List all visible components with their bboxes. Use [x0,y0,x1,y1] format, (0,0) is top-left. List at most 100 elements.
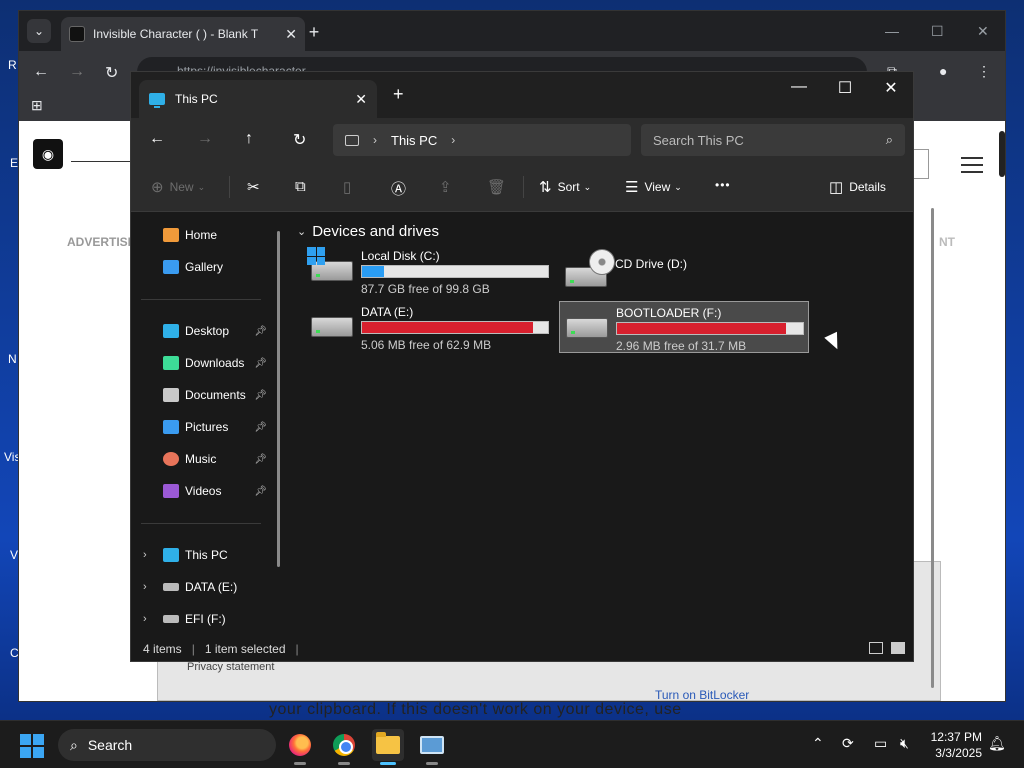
explorer-tab[interactable]: This PC ✕ [139,80,377,118]
site-logo-icon[interactable]: ◉ [33,139,63,169]
details-view-icon[interactable] [869,642,883,654]
back-icon[interactable]: ← [149,130,165,148]
new-tab-icon[interactable]: + [303,21,325,43]
rename-button[interactable]: Ⓐ [391,178,412,199]
privacy-statement-link[interactable]: Privacy statement [187,661,274,673]
content-scrollbar[interactable] [931,208,934,688]
pin-icon[interactable]: 📌︎ [254,454,267,465]
drive-tile-selected[interactable]: BOOTLOADER (F:) 2.96 MB free of 31.7 MB [559,301,809,353]
pin-icon[interactable]: 📌︎ [254,326,267,337]
nav-item-this-pc[interactable]: › This PC [131,543,281,567]
nav-item-efi-drive[interactable]: › EFI (F:) [131,607,281,631]
close-tab-icon[interactable]: ✕ [285,26,297,43]
desktop-icon-label[interactable]: V [10,548,18,562]
chevron-right-icon[interactable]: › [143,613,147,625]
taskbar-search[interactable]: ⌕ Search [58,729,276,761]
nav-item-videos[interactable]: Videos 📌︎ [131,479,281,503]
notifications-bell-icon[interactable]: 🔔︎ [988,735,1006,752]
chevron-right-icon[interactable]: › [373,133,377,147]
browser-tab[interactable]: Invisible Character ( ) - Blank T ✕ [61,17,305,51]
more-options-button[interactable]: ••• [715,178,731,192]
close-window-icon[interactable]: ✕ [871,78,911,98]
view-icon: ☰ [625,179,639,196]
sort-button[interactable]: ⇅ Sort ⌄ [539,178,591,196]
new-tab-icon[interactable]: + [393,84,404,105]
nav-item-music[interactable]: Music 📌︎ [131,447,281,471]
taskbar-control-panel[interactable] [416,729,448,765]
forward-icon[interactable]: → [197,130,213,148]
taskbar-chrome[interactable] [328,729,360,765]
menu-icon[interactable]: ⋮ [977,63,991,80]
drive-name: CD Drive (D:) [615,257,687,271]
view-button[interactable]: ☰ View ⌄ [625,178,682,196]
nav-item-gallery[interactable]: Gallery [131,255,281,279]
large-icons-view-icon[interactable] [891,642,905,654]
sync-icon[interactable]: ⟳ [842,735,854,752]
pin-icon[interactable]: 📌︎ [254,390,267,401]
navigation-scrollbar[interactable] [277,231,280,567]
reload-icon[interactable]: ↻ [105,63,118,83]
nav-item-data-drive[interactable]: › DATA (E:) [131,575,281,599]
network-icon[interactable]: ▭ [874,735,887,752]
cut-icon: ✂ [247,179,260,196]
pin-icon[interactable]: 📌︎ [254,358,267,369]
breadcrumb-this-pc[interactable]: This PC [391,133,437,148]
delete-button[interactable]: 🗑︎ [487,178,512,196]
nav-item-home[interactable]: Home [131,223,281,247]
close-window-icon[interactable]: ✕ [977,23,989,40]
clock[interactable]: 12:37 PM 3/3/2025 [922,729,982,761]
nav-item-pictures[interactable]: Pictures 📌︎ [131,415,281,439]
back-icon[interactable]: ← [33,63,49,81]
nav-item-label: Desktop [185,324,230,338]
apps-icon[interactable]: ⊞ [31,97,43,114]
taskbar-firefox[interactable] [284,729,316,765]
details-pane-button[interactable]: ◫ Details [829,178,886,196]
drive-tile[interactable]: Local Disk (C:) 87.7 GB free of 99.8 GB [305,245,555,297]
minimize-icon[interactable]: — [779,78,819,96]
control-panel-icon [420,736,444,754]
search-input[interactable]: Search This PC ⌕ [641,124,905,156]
close-tab-icon[interactable]: ✕ [355,91,367,108]
desktop-icon-label[interactable]: E [10,156,18,170]
nav-item-downloads[interactable]: Downloads 📌︎ [131,351,281,375]
taskbar-file-explorer[interactable] [372,729,404,765]
hamburger-menu-icon[interactable] [961,157,983,173]
new-button[interactable]: ⊕ New ⌄ [151,178,205,196]
volume-muted-icon[interactable]: 🔇︎ [900,735,909,752]
paste-button[interactable]: ▯ [343,178,357,196]
start-button[interactable] [20,734,44,758]
desktop-icon-label[interactable]: R [8,58,17,72]
chevron-right-icon[interactable]: › [143,549,147,561]
up-icon[interactable]: ↑ [245,130,253,148]
chevron-right-icon[interactable]: › [451,133,455,147]
refresh-icon[interactable]: ↻ [293,130,306,150]
copy-button[interactable]: ⧉ [295,178,312,195]
chevron-right-icon[interactable]: › [143,581,147,593]
maximize-icon[interactable]: ☐ [931,23,944,40]
selection-count: 1 item selected [204,642,286,656]
videos-icon [163,484,179,498]
share-button[interactable]: ⇪ [439,178,458,196]
page-scrollbar[interactable] [999,131,1005,177]
drive-usage-fill [617,323,787,334]
drive-free-space: 87.7 GB free of 99.8 GB [361,282,490,296]
show-hidden-icons-icon[interactable]: ⌃ [812,735,824,752]
minimize-icon[interactable]: — [885,23,899,39]
maximize-icon[interactable]: ☐ [825,78,865,98]
devices-and-drives-header[interactable]: ⌄ Devices and drives [297,223,439,240]
nav-item-documents[interactable]: Documents 📌︎ [131,383,281,407]
explorer-body: Home Gallery Desktop 📌︎ Downloads 📌︎ Doc… [131,213,913,637]
pin-icon[interactable]: 📌︎ [254,422,267,433]
nav-item-desktop[interactable]: Desktop 📌︎ [131,319,281,343]
drive-tile[interactable]: CD Drive (D:) [559,245,809,297]
drive-tile[interactable]: DATA (E:) 5.06 MB free of 62.9 MB [305,301,555,353]
tab-search-dropdown-icon[interactable]: ⌄ [27,19,51,43]
cut-button[interactable]: ✂ [247,178,266,196]
chevron-down-icon: ⌄ [583,181,592,192]
address-breadcrumb[interactable]: › This PC › [333,124,631,156]
pin-icon[interactable]: 📌︎ [254,486,267,497]
profile-icon[interactable]: ● [939,63,947,79]
forward-icon[interactable]: → [69,63,85,81]
turn-on-bitlocker-link[interactable]: Turn on BitLocker [655,688,749,702]
desktop-icon-label[interactable]: N [8,352,17,366]
